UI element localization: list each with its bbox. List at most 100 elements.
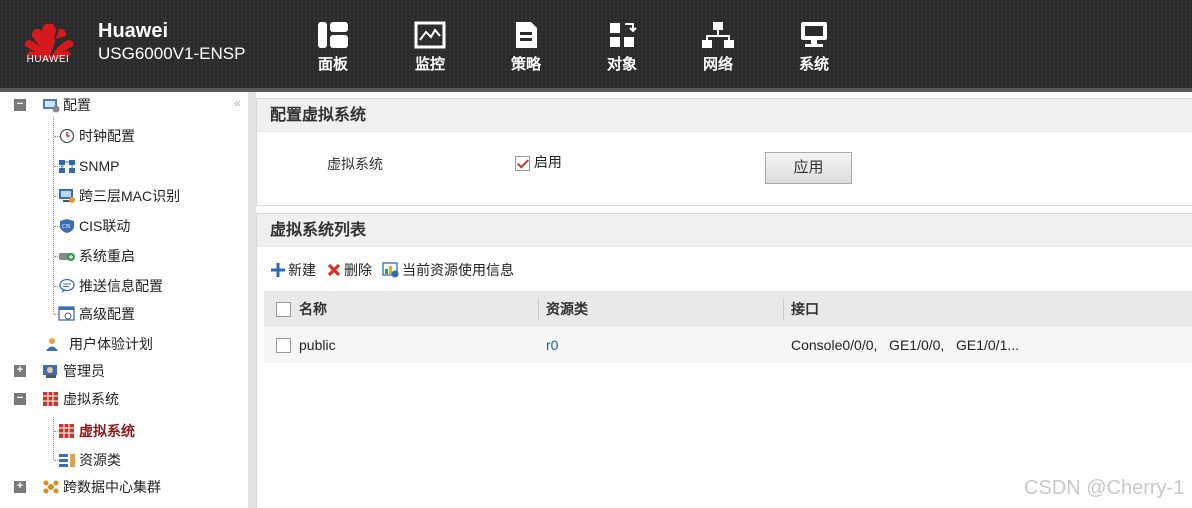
sidebar-item-label: 推送信息配置 xyxy=(79,278,163,294)
delete-icon xyxy=(327,263,341,277)
monitor-icon xyxy=(414,21,446,49)
panel-title: 配置虚拟系统 xyxy=(257,98,1192,132)
vsys-icon xyxy=(59,424,74,438)
vsys-table: 名称 资源类 接口 public r0 Console0/0/0, GE1/0/… xyxy=(264,291,1192,363)
cis-shield-icon: CIS xyxy=(60,219,74,233)
svg-text:CIS: CIS xyxy=(62,224,70,230)
delete-label: 删除 xyxy=(344,262,372,278)
sidebar-item-vsys[interactable]: 虚拟系统 xyxy=(58,418,135,444)
sidebar-item-cluster[interactable]: + 跨数据中心集群 xyxy=(14,474,161,500)
nav-label: 监控 xyxy=(414,56,445,73)
policy-icon xyxy=(516,22,537,48)
sidebar-item-vsys-group[interactable]: − 虚拟系统 xyxy=(14,386,119,412)
column-label: 名称 xyxy=(299,301,327,317)
top-header: HUAWEI Huawei USG6000V1-ENSP 面板 监控 策略 对象… xyxy=(0,0,1192,88)
sidebar-collapse-button[interactable]: « xyxy=(234,96,241,110)
sidebar-item-admin[interactable]: + 管理员 xyxy=(14,358,105,384)
table-row[interactable]: public r0 Console0/0/0, GE1/0/0, GE1/0/1… xyxy=(264,327,1192,363)
enable-toggle[interactable]: 启用 xyxy=(515,152,562,172)
sidebar-item-label: 跨三层MAC识别 xyxy=(79,188,181,204)
interfaces-cell: Console0/0/0, GE1/0/0, GE1/0/1... xyxy=(791,337,1020,353)
name-cell: public xyxy=(264,337,538,353)
reboot-icon xyxy=(59,253,75,261)
collapse-icon[interactable]: − xyxy=(14,393,26,405)
enable-checkbox[interactable] xyxy=(515,155,530,171)
vsys-name: public xyxy=(299,337,336,353)
name-column-header: 名称 xyxy=(264,299,538,319)
nav-dashboard[interactable]: 面板 xyxy=(298,20,368,74)
device-model: USG6000V1-ENSP xyxy=(98,44,246,63)
resource-info-label: 当前资源使用信息 xyxy=(402,262,514,278)
sidebar-item-advanced[interactable]: 高级配置 xyxy=(58,301,135,327)
sidebar-item-reboot[interactable]: 系统重启 xyxy=(58,243,135,269)
system-icon xyxy=(801,22,827,47)
object-icon xyxy=(610,23,637,47)
nav-label: 对象 xyxy=(606,56,637,73)
new-label: 新建 xyxy=(288,262,316,278)
expand-icon[interactable]: + xyxy=(14,481,26,493)
sidebar-item-label: 管理员 xyxy=(63,363,105,379)
push-message-icon xyxy=(59,278,75,293)
resource-class-link[interactable]: r0 xyxy=(546,337,558,353)
nav-label: 策略 xyxy=(510,56,541,73)
logo-text: HUAWEI xyxy=(26,54,70,65)
brand-name: Huawei xyxy=(98,20,169,42)
sidebar-item-resource-class[interactable]: 资源类 xyxy=(58,447,121,473)
admin-icon xyxy=(43,365,57,378)
nav-object[interactable]: 对象 xyxy=(587,20,657,74)
nav-policy[interactable]: 策略 xyxy=(491,20,561,74)
resource-info-icon xyxy=(382,262,399,278)
sidebar-item-snmp[interactable]: SNMP xyxy=(58,153,119,179)
nav-system[interactable]: 系统 xyxy=(779,20,849,74)
nav-label: 系统 xyxy=(798,56,829,73)
row-checkbox[interactable] xyxy=(276,337,291,353)
clock-icon xyxy=(59,128,75,144)
nav-label: 面板 xyxy=(317,56,348,73)
sidebar-item-label: 配置 xyxy=(63,97,91,113)
sidebar-item-ux-plan[interactable]: 用户体验计划 xyxy=(44,331,153,357)
nav-label: 网络 xyxy=(702,56,733,73)
sidebar-item-cis[interactable]: CIS CIS联动 xyxy=(58,213,130,239)
sidebar-splitter[interactable] xyxy=(248,92,256,508)
table-header: 名称 资源类 接口 xyxy=(264,291,1192,327)
nav-monitor[interactable]: 监控 xyxy=(395,20,465,74)
sidebar-item-label: SNMP xyxy=(79,158,120,174)
tree-line xyxy=(53,417,54,460)
list-toolbar: 新建 删除 当前资源使用信息 xyxy=(270,260,524,280)
network-icon xyxy=(702,22,734,48)
sidebar-item-label: 虚拟系统 xyxy=(79,423,135,439)
brand: Huawei USG6000V1-ENSP xyxy=(98,20,245,66)
nav-network[interactable]: 网络 xyxy=(683,20,753,74)
panel-title: 虚拟系统列表 xyxy=(257,213,1192,247)
user-experience-icon xyxy=(46,338,58,351)
config-vsys-panel: 配置虚拟系统 虚拟系统 启用 应用 xyxy=(256,98,1192,206)
collapse-icon[interactable]: − xyxy=(14,99,26,111)
sidebar xyxy=(0,92,248,508)
add-icon xyxy=(271,263,285,277)
interface-column-header: 接口 xyxy=(783,298,1192,320)
mac-identify-icon xyxy=(59,189,75,203)
vsys-field-label: 虚拟系统 xyxy=(327,156,383,172)
sidebar-item-push[interactable]: 推送信息配置 xyxy=(58,273,163,299)
select-all-checkbox[interactable] xyxy=(276,301,291,317)
config-body: 虚拟系统 启用 应用 xyxy=(257,132,1192,206)
resource-class-icon xyxy=(59,454,75,467)
sidebar-item-config[interactable]: − 配置 xyxy=(14,92,91,118)
sidebar-item-mac[interactable]: 跨三层MAC识别 xyxy=(58,183,180,209)
tree-line xyxy=(53,117,54,314)
resource-class-cell: r0 xyxy=(538,334,783,356)
resource-column-header: 资源类 xyxy=(538,298,783,320)
delete-button[interactable]: 删除 xyxy=(326,260,372,280)
expand-icon[interactable]: + xyxy=(14,365,26,377)
sidebar-item-label: CIS联动 xyxy=(79,218,131,234)
apply-button[interactable]: 应用 xyxy=(765,152,852,184)
resource-info-button[interactable]: 当前资源使用信息 xyxy=(382,260,514,280)
new-button[interactable]: 新建 xyxy=(270,260,316,280)
sidebar-item-label: 时钟配置 xyxy=(79,128,135,144)
dashboard-icon xyxy=(318,22,348,48)
sidebar-item-clock[interactable]: 时钟配置 xyxy=(58,123,135,149)
sidebar-item-label: 跨数据中心集群 xyxy=(63,479,161,495)
vsys-icon xyxy=(43,392,58,406)
enable-label: 启用 xyxy=(533,154,562,170)
config-icon xyxy=(43,99,60,113)
